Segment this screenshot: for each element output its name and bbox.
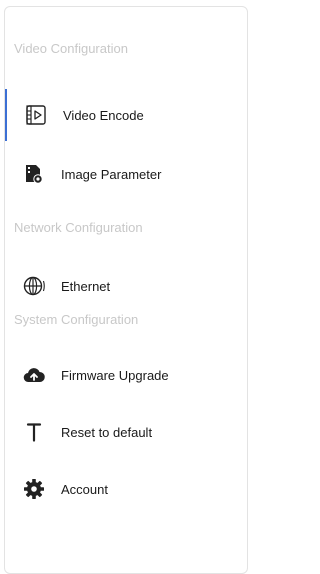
- sidebar-item-ethernet[interactable]: Ethernet: [5, 260, 247, 312]
- video-encode-icon: [25, 104, 47, 126]
- sidebar-item-video-encode[interactable]: Video Encode: [5, 89, 247, 141]
- gear-icon: [23, 478, 45, 500]
- reset-icon: [23, 421, 45, 443]
- sidebar-item-label: Reset to default: [61, 424, 153, 440]
- sidebar-item-image-parameter[interactable]: Image Parameter: [5, 148, 247, 200]
- section-title-network-configuration: Network Configuration: [14, 220, 143, 235]
- image-parameter-icon: [23, 163, 45, 185]
- globe-icon: [23, 275, 45, 297]
- sidebar-panel: Video Configuration Video Encode Image P…: [4, 6, 248, 574]
- sidebar-item-reset-to-default[interactable]: Reset to default: [5, 406, 247, 458]
- sidebar-item-label: Image Parameter: [61, 166, 162, 182]
- section-title-system-configuration: System Configuration: [14, 312, 139, 327]
- sidebar-item-label: Account: [61, 481, 108, 497]
- cloud-upload-icon: [23, 364, 45, 386]
- sidebar-item-label: Ethernet: [61, 278, 111, 294]
- sidebar-item-account[interactable]: Account: [5, 463, 247, 515]
- sidebar-item-label: Video Encode: [63, 107, 144, 123]
- sidebar-item-label: Firmware Upgrade: [61, 367, 169, 383]
- sidebar-item-firmware-upgrade[interactable]: Firmware Upgrade: [5, 349, 247, 401]
- section-title-video-configuration: Video Configuration: [14, 41, 128, 56]
